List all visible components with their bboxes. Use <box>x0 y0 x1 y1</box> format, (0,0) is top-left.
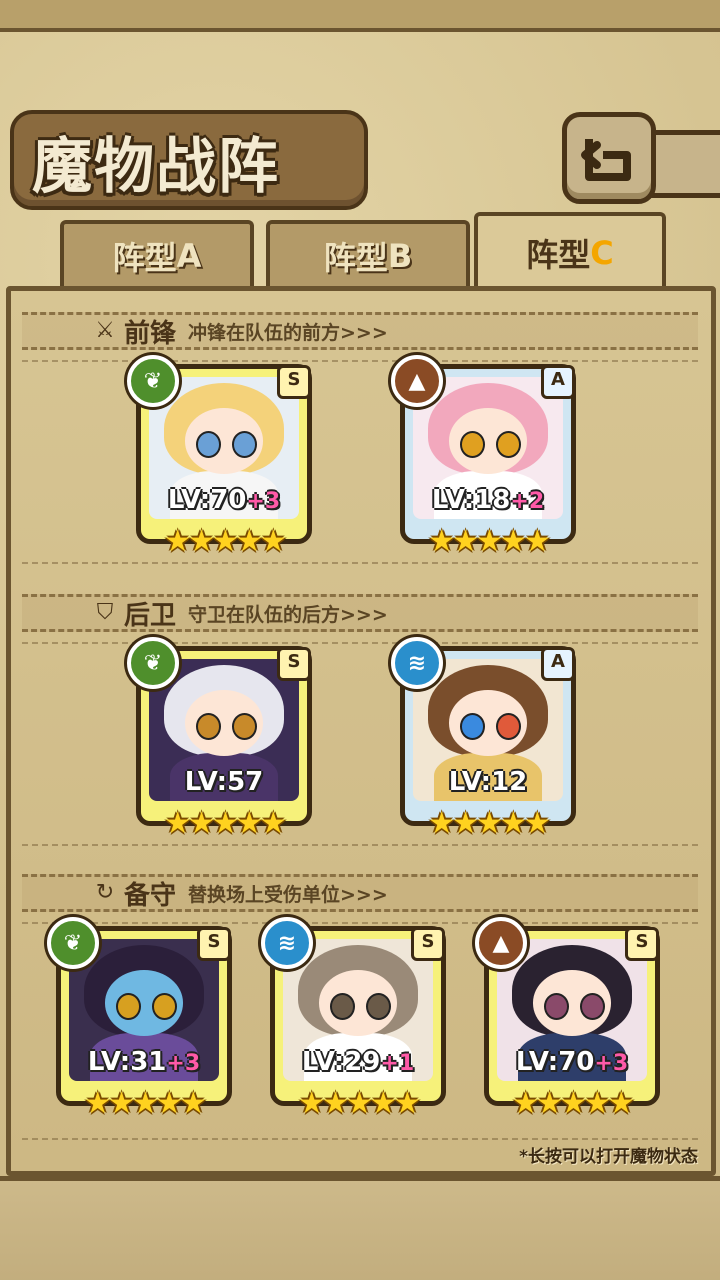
tab-label: 阵型 <box>323 239 388 277</box>
front-row <box>22 360 698 564</box>
section-title: 备守 <box>124 880 177 911</box>
star-rating: ★★★★★ <box>428 806 550 841</box>
page-title: 魔物战阵 <box>32 132 280 202</box>
section-desc: 冲锋在队伍的前方>>> <box>188 321 388 344</box>
monster-card[interactable]: ❦ S LV:70+3 ★★★★★ <box>127 355 312 559</box>
section-title: 前锋 <box>124 318 177 349</box>
top-border <box>0 0 720 32</box>
formation-screen: { "header": { "title": "魔物战阵" }, "tabs":… <box>0 0 720 1280</box>
rank-badge: S <box>277 647 311 681</box>
level-label: LV:70+3 <box>167 485 281 515</box>
swap-icon: ↻ <box>95 880 115 905</box>
level-label: LV:31+3 <box>87 1047 201 1077</box>
sword-icon: ⚔ <box>95 318 115 343</box>
back-row <box>22 642 698 846</box>
section-desc: 守卫在队伍的后方>>> <box>188 603 388 626</box>
level-label: LV:29+1 <box>301 1047 415 1077</box>
monster-card[interactable]: ▲ A LV:18+2 ★★★★★ <box>391 355 576 559</box>
rank-badge: S <box>625 927 659 961</box>
long-press-hint: *长按可以打开魔物状态 <box>519 1147 698 1167</box>
water-element-icon: ≋ <box>261 917 313 969</box>
tab-label: 阵型 <box>112 239 177 277</box>
star-rating: ★★★★★ <box>164 524 286 559</box>
leaf-element-icon: ❦ <box>127 355 179 407</box>
leaf-element-icon: ❦ <box>47 917 99 969</box>
tab-formation-c[interactable]: 阵型 C <box>474 212 666 290</box>
tab-formation-a[interactable]: 阵型 A <box>60 220 254 288</box>
star-rating: ★★★★★ <box>512 1086 634 1121</box>
section-title: 后卫 <box>124 600 177 631</box>
tab-letter: B <box>387 237 413 275</box>
rank-badge: S <box>411 927 445 961</box>
monster-card[interactable]: ❦ S LV:57 ★★★★★ <box>127 637 312 841</box>
earth-element-icon: ▲ <box>391 355 443 407</box>
level-label: LV:18+2 <box>431 485 545 515</box>
rank-badge: S <box>277 365 311 399</box>
star-rating: ★★★★★ <box>164 806 286 841</box>
back-arrow-icon <box>581 139 631 181</box>
formation-tabs: 阵型 A 阵型 B 阵型 C <box>0 212 720 292</box>
section-front-header: ⚔ 前锋 冲锋在队伍的前方>>> <box>22 312 698 350</box>
star-rating: ★★★★★ <box>428 524 550 559</box>
leaf-element-icon: ❦ <box>127 637 179 689</box>
rank-badge: S <box>197 927 231 961</box>
star-rating: ★★★★★ <box>298 1086 420 1121</box>
rank-badge: A <box>541 365 575 399</box>
shield-icon: ⛉ <box>96 600 114 625</box>
section-desc: 替换场上受伤单位>>> <box>188 883 388 906</box>
monster-card[interactable]: ≋ S LV:29+1 ★★★★★ <box>261 917 446 1121</box>
earth-element-icon: ▲ <box>475 917 527 969</box>
water-element-icon: ≋ <box>391 637 443 689</box>
monster-card[interactable]: ≋ A LV:12 ★★★★★ <box>391 637 576 841</box>
level-label: LV:70+3 <box>515 1047 629 1077</box>
monster-card[interactable]: ❦ S LV:31+3 ★★★★★ <box>47 917 232 1121</box>
tab-label: 阵型 <box>526 236 591 274</box>
level-label: LV:12 <box>448 767 528 797</box>
tab-formation-b[interactable]: 阵型 B <box>266 220 470 288</box>
section-back-header: ⛉ 后卫 守卫在队伍的后方>>> <box>22 594 698 632</box>
bottom-border <box>0 1176 720 1280</box>
level-label: LV:57 <box>184 767 264 797</box>
back-button[interactable] <box>562 112 656 204</box>
rank-badge: A <box>541 647 575 681</box>
tab-letter: A <box>176 237 202 275</box>
tab-letter: C <box>590 234 614 272</box>
section-reserve-header: ↻ 备守 替换场上受伤单位>>> <box>22 874 698 912</box>
star-rating: ★★★★★ <box>84 1086 206 1121</box>
monster-card[interactable]: ▲ S LV:70+3 ★★★★★ <box>475 917 660 1121</box>
